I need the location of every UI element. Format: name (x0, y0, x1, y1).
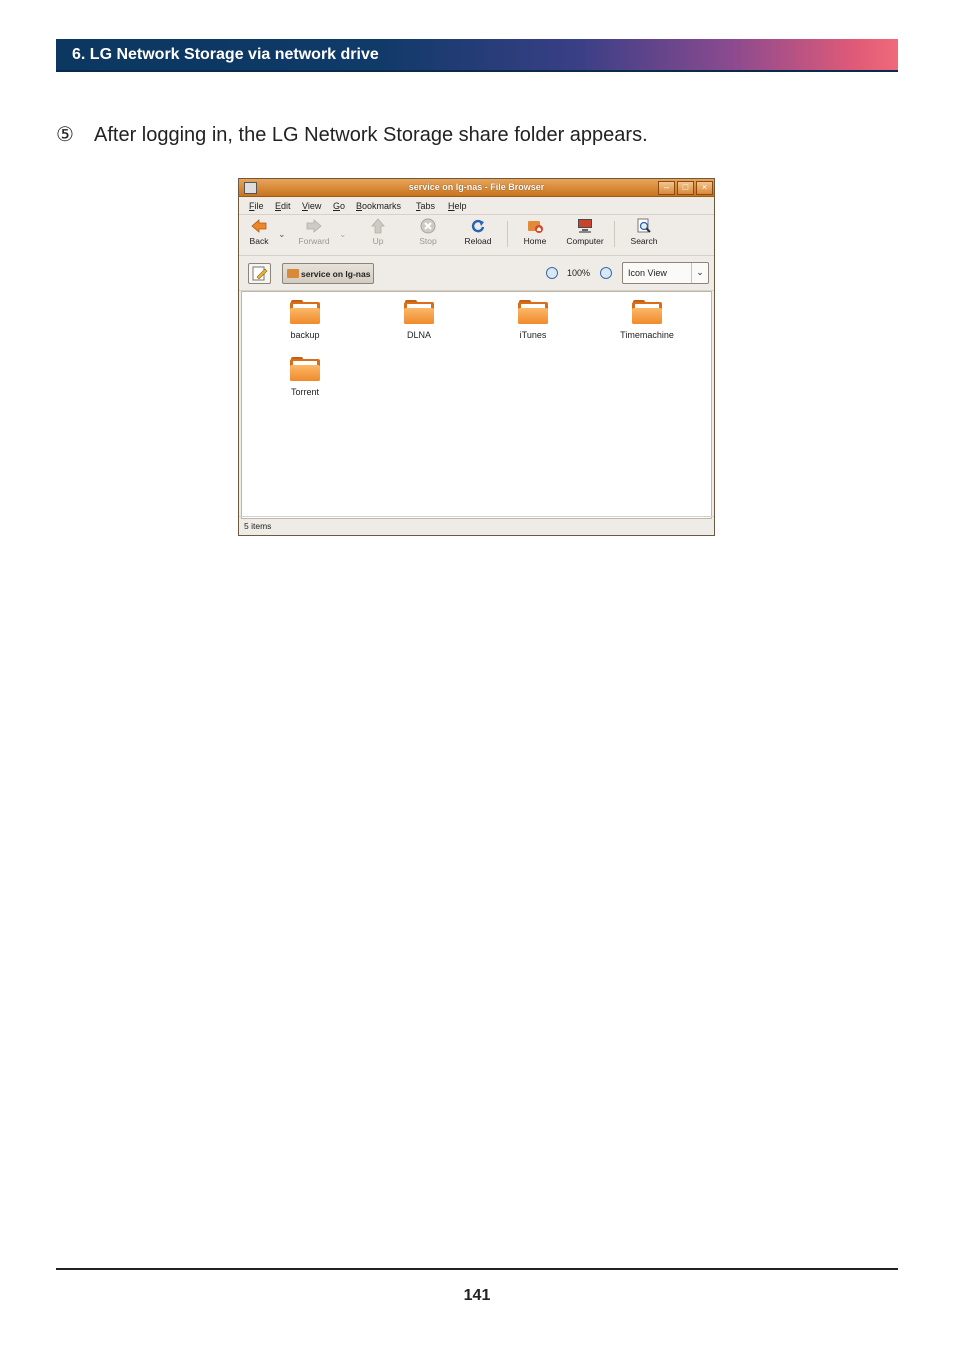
home-icon (527, 218, 543, 234)
view-mode-select[interactable]: Icon View ⌄ (622, 262, 709, 284)
folder-item[interactable]: backup (260, 300, 350, 340)
close-button[interactable]: × (696, 181, 713, 195)
zoom-out-icon[interactable] (546, 267, 558, 279)
zoom-in-icon[interactable] (600, 267, 612, 279)
toolbar: Back ⌄ Forward ⌄ Up Stop Reload Home Com… (239, 215, 714, 256)
title-bar[interactable]: service on lg-nas - File Browser – □ × (239, 179, 714, 197)
menu-view[interactable]: View (302, 201, 321, 211)
file-browser-window: service on lg-nas - File Browser – □ × F… (238, 178, 715, 536)
zoom-level[interactable]: 100% (567, 268, 590, 278)
instruction-step: ⑤ After logging in, the LG Network Storag… (56, 122, 648, 147)
window-title: service on lg-nas - File Browser (408, 182, 545, 192)
folder-item[interactable]: DLNA (374, 300, 464, 340)
stop-icon (420, 218, 436, 234)
toggle-location-edit-button[interactable] (248, 263, 271, 284)
folder-item[interactable]: Timemachine (602, 300, 692, 340)
section-header: 6. LG Network Storage via network drive (56, 39, 898, 72)
folder-icon (290, 300, 320, 324)
menu-bookmarks[interactable]: Bookmarks (356, 201, 401, 211)
breadcrumb-current-location[interactable]: service on lg-nas (282, 263, 374, 284)
menu-help[interactable]: Help (448, 201, 467, 211)
reload-button[interactable]: Reload (461, 218, 495, 246)
computer-button[interactable]: Computer (563, 218, 607, 246)
folder-icon (404, 300, 434, 324)
folder-item[interactable]: Torrent (260, 357, 350, 397)
forward-arrow-icon (306, 218, 322, 234)
stop-button[interactable]: Stop (415, 218, 441, 246)
item-count: 5 items (244, 521, 272, 531)
back-button[interactable]: Back (245, 218, 273, 246)
toolbar-separator (507, 221, 508, 247)
chevron-down-icon: ⌄ (691, 263, 708, 283)
menu-bar: File Edit View Go Bookmarks Tabs Help (239, 197, 714, 215)
pencil-edit-icon (252, 266, 268, 281)
file-view[interactable]: backup DLNA iTunes Timemachine Torrent (241, 291, 712, 519)
maximize-button[interactable]: □ (677, 181, 694, 195)
folder-label: DLNA (406, 330, 431, 340)
folder-icon (518, 300, 548, 324)
page-number: 141 (463, 1287, 491, 1304)
folder-icon (632, 300, 662, 324)
menu-file[interactable]: File (249, 201, 264, 211)
location-bar: service on lg-nas 100% Icon View ⌄ (239, 256, 714, 291)
folder-label: Timemachine (620, 330, 674, 340)
menu-go[interactable]: Go (333, 201, 345, 211)
step-text: After logging in, the LG Network Storage… (94, 124, 648, 146)
footer-divider (56, 1268, 898, 1270)
search-button[interactable]: Search (627, 218, 661, 246)
network-share-icon (287, 269, 299, 278)
folder-label: iTunes (519, 330, 547, 340)
up-arrow-icon (370, 218, 386, 234)
home-button[interactable]: Home (520, 218, 550, 246)
step-number: ⑤ (56, 124, 74, 146)
section-title: 6. LG Network Storage via network drive (72, 46, 379, 63)
folder-label: Torrent (290, 387, 319, 397)
status-bar: 5 items (239, 516, 714, 535)
menu-edit[interactable]: Edit (275, 201, 291, 211)
minimize-button[interactable]: – (658, 181, 675, 195)
menu-tabs[interactable]: Tabs (416, 201, 435, 211)
up-button[interactable]: Up (367, 218, 389, 246)
folder-icon (290, 357, 320, 381)
search-icon (636, 218, 652, 234)
back-arrow-icon (251, 218, 267, 234)
forward-history-chevron-icon[interactable]: ⌄ (339, 229, 347, 240)
back-history-chevron-icon[interactable]: ⌄ (278, 229, 286, 240)
toolbar-separator (614, 221, 615, 247)
computer-icon (577, 218, 593, 234)
forward-button[interactable]: Forward (295, 218, 333, 246)
folder-label: backup (290, 330, 320, 340)
reload-icon (470, 218, 486, 234)
folder-item[interactable]: iTunes (488, 300, 578, 340)
